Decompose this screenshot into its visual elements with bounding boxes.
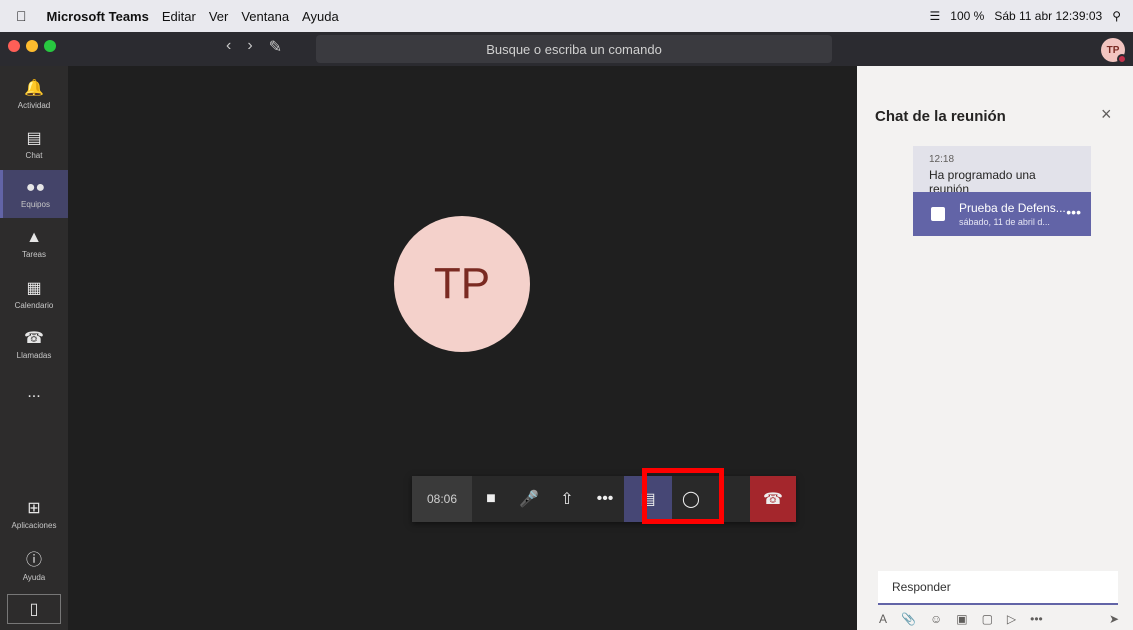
more-options-icon[interactable]: ••• (1030, 612, 1043, 626)
participant-avatar: TP (394, 216, 530, 352)
menu-app-name[interactable]: Microsoft Teams (47, 9, 149, 24)
mobile-download-button[interactable]: ▯ (7, 594, 61, 624)
gif-icon[interactable]: ▣ (956, 612, 967, 626)
minimize-window-button[interactable] (26, 40, 38, 52)
status-dot (1117, 54, 1127, 64)
clock-label[interactable]: Sáb 11 abr 12:39:03 (994, 9, 1102, 23)
compose-toolbar: A 📎 ☺ ▣ ▢ ▷ ••• ➤ (879, 612, 1119, 626)
apple-icon[interactable]:  (16, 8, 27, 24)
battery-label[interactable]: 100 % (950, 9, 984, 23)
zoom-window-button[interactable] (44, 40, 56, 52)
highlight-annotation (642, 468, 724, 524)
mobile-icon: ▯ (29, 601, 39, 618)
meeting-stage: TP 08:06 ■ 🎤 ⇧ ••• ▤ ◯ ☎ (68, 66, 857, 630)
chat-message: 12:18 Ha programado una reunión (913, 146, 1091, 196)
search-input[interactable]: Busque o escriba un comando (316, 35, 832, 63)
emoji-icon[interactable]: ☺ (930, 612, 942, 626)
help-icon: ⓘ (25, 552, 42, 569)
more-actions-icon[interactable]: ••• (586, 476, 624, 522)
nav-arrows: ‹ › ✎ (226, 37, 282, 57)
menu-editar[interactable]: Editar (162, 9, 196, 24)
share-screen-icon[interactable]: ⇧ (548, 476, 586, 522)
panel-title: Chat de la reunión (875, 108, 1006, 125)
card-title: Prueba de Defens... (959, 201, 1066, 215)
attach-icon[interactable]: 📎 (901, 612, 916, 626)
wifi-icon[interactable]: ☰ (930, 9, 941, 23)
teams-titlebar: ‹ › ✎ Busque o escriba un comando TP (0, 32, 1133, 66)
rail-item-tareas[interactable]: ▲ Tareas (0, 220, 68, 268)
microphone-icon[interactable]: 🎤 (510, 476, 548, 522)
format-icon[interactable]: A (879, 612, 887, 626)
teams-icon: ●● (25, 179, 46, 196)
hang-up-button[interactable]: ☎ (750, 476, 796, 522)
rail-label: Ayuda (22, 573, 46, 582)
rail-label: Llamadas (16, 351, 52, 360)
rail-label: Actividad (17, 101, 51, 110)
rail-label: Calendario (14, 301, 54, 310)
back-icon[interactable]: ‹ (226, 37, 231, 57)
menu-ventana[interactable]: Ventana (241, 9, 289, 24)
rail-item-equipos[interactable]: ●● Equipos (0, 170, 68, 218)
rail-item-ayuda[interactable]: ⓘ Ayuda (0, 540, 68, 588)
message-time: 12:18 (929, 154, 955, 165)
window-controls (8, 40, 56, 52)
compose-icon[interactable]: ✎ (269, 37, 282, 57)
profile-initials: TP (1106, 44, 1120, 56)
rail-item-llamadas[interactable]: ☎ Llamadas (0, 320, 68, 368)
spotlight-icon[interactable]: ⚲ (1112, 9, 1121, 23)
card-subtitle: sábado, 11 de abril d... (959, 217, 1050, 227)
chat-icon: ▤ (26, 130, 42, 147)
close-window-button[interactable] (8, 40, 20, 52)
calendar-icon: ▦ (26, 280, 42, 297)
rail-item-chat[interactable]: ▤ Chat (0, 120, 68, 168)
call-controls: 08:06 ■ 🎤 ⇧ ••• ▤ ◯ ☎ (412, 476, 796, 522)
rail-item-more[interactable]: ... (0, 370, 68, 418)
card-more-icon[interactable]: ••• (1066, 204, 1081, 220)
macos-menubar:  Microsoft Teams Editar Ver Ventana Ayu… (0, 0, 1133, 32)
meeting-chat-panel: Chat de la reunión × 12:18 Ha programado… (857, 66, 1133, 630)
apps-icon: ⊞ (27, 500, 41, 517)
rail-label: Tareas (21, 250, 46, 259)
rail-item-actividad[interactable]: 🔔 Actividad (0, 70, 68, 118)
call-timer: 08:06 (412, 476, 472, 522)
rail-label: Chat (25, 151, 43, 160)
bell-icon: 🔔 (24, 80, 44, 97)
send-icon[interactable]: ➤ (1109, 612, 1119, 626)
rail-item-aplicaciones[interactable]: ⊞ Aplicaciones (0, 490, 68, 538)
menu-ayuda[interactable]: Ayuda (302, 9, 339, 24)
rail-label: Equipos (21, 200, 50, 209)
forward-icon[interactable]: › (247, 37, 252, 57)
meeting-card[interactable]: Prueba de Defens... sábado, 11 de abril … (913, 192, 1091, 236)
more-icon: ... (27, 383, 41, 401)
calendar-icon (931, 207, 945, 221)
meet-icon[interactable]: ▷ (1007, 612, 1016, 626)
reply-input[interactable]: Responder (878, 571, 1118, 605)
camera-off-icon[interactable]: ■ (472, 476, 510, 522)
sticker-icon[interactable]: ▢ (982, 612, 993, 626)
tasks-icon: ▲ (26, 229, 42, 246)
app-rail: 🔔 Actividad ▤ Chat ●● Equipos ▲ Tareas ▦… (0, 66, 68, 630)
rail-item-calendario[interactable]: ▦ Calendario (0, 270, 68, 318)
menu-ver[interactable]: Ver (209, 9, 229, 24)
profile-avatar[interactable]: TP (1101, 38, 1127, 64)
rail-label: Aplicaciones (11, 521, 57, 530)
close-icon[interactable]: × (1101, 104, 1112, 125)
phone-icon: ☎ (24, 330, 44, 347)
